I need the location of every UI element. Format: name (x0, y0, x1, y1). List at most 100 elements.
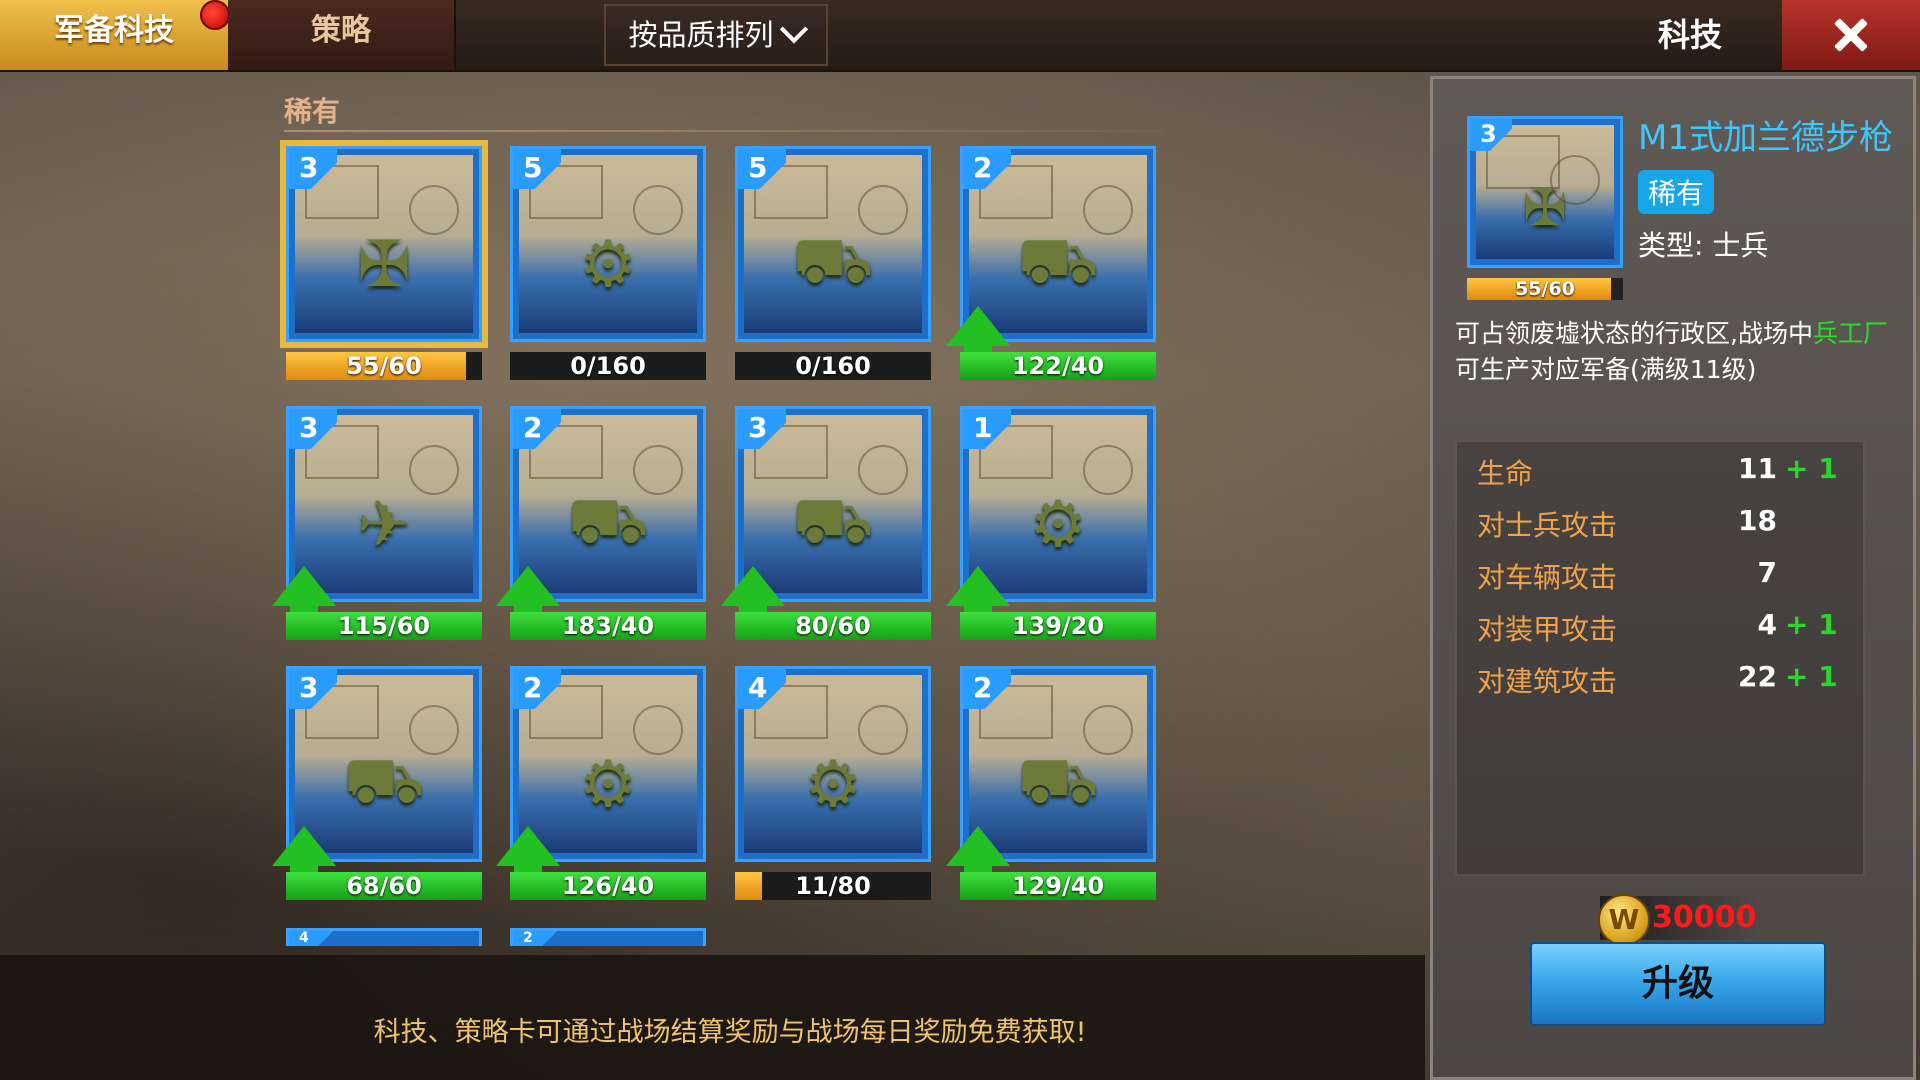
card-level: 3 (289, 409, 337, 449)
progress-text: 126/40 (561, 872, 655, 900)
card-level: 5 (513, 149, 561, 189)
progress-text: 129/40 (1011, 872, 1105, 900)
card-progress-bar: 115/60 (286, 612, 482, 640)
tech-card[interactable]: ⛟ 2 122/40 (946, 146, 1156, 386)
upgrade-button[interactable]: 升级 (1530, 942, 1826, 1026)
stat-value: 4 (1757, 608, 1777, 641)
tech-card[interactable]: ⚙ 2 126/40 (496, 666, 706, 906)
armored-car-icon: ⛟ (567, 484, 649, 559)
card-progress-bar: 0/160 (510, 352, 706, 380)
tech-card[interactable]: ✠ 3 55/60 (286, 146, 482, 386)
tip-text: 科技、策略卡可通过战场结算奖励与战场每日奖励免费获取! (373, 1017, 1087, 1048)
progress-text: 55/60 (1515, 278, 1575, 300)
stat-value: 18 (1738, 504, 1777, 537)
tech-card[interactable]: ✈ 3 115/60 (272, 406, 482, 646)
self-propelled-gun-icon: ⛟ (792, 484, 874, 559)
recon-plane-icon: ✈ (357, 488, 411, 563)
tech-card[interactable]: ⚙ 5 0/160 (510, 146, 706, 386)
desc-text: 可生产对应军备(满级11级) (1455, 355, 1757, 384)
card-level: 2 (513, 409, 561, 449)
card-level: 4 (289, 931, 337, 946)
card-level: 5 (738, 149, 786, 189)
card-progress-bar: 55/60 (286, 352, 482, 380)
card-progress-bar: 80/60 (735, 612, 931, 640)
stat-label: 对装甲攻击 (1477, 613, 1618, 646)
tech-card[interactable]: ⚙ 1 139/20 (946, 406, 1156, 646)
tab-armory-tech[interactable]: 军备科技 (0, 0, 228, 70)
tech-card[interactable]: ⛟ 2 183/40 (496, 406, 706, 646)
card-frame: ⚙ 4 (735, 666, 931, 862)
card-level: 4 (738, 669, 786, 709)
progress-text: 0/160 (570, 352, 646, 380)
tech-card[interactable]: ⛟ 3 80/60 (721, 406, 931, 646)
tech-card[interactable]: ⛟ 5 0/160 (735, 146, 931, 386)
card-progress-bar: 129/40 (960, 872, 1156, 900)
item-description: 可占领废墟状态的行政区,战场中兵工厂可生产对应军备(满级11级) (1455, 316, 1895, 388)
stat-bonus: + 1 (1785, 452, 1838, 485)
desc-text: 可占领废墟状态的行政区,战场中 (1455, 319, 1813, 348)
item-name: M1式加兰德步枪 (1638, 118, 1893, 158)
chevron-down-icon (779, 15, 808, 44)
page-title: 科技 (1657, 16, 1722, 54)
stat-row: 对装甲攻击 4 + 1 (1477, 608, 1857, 652)
stats-table: 生命 11 + 1 对士兵攻击 18 对车辆攻击 7 对装甲攻击 4 + 1 对建筑攻击 22 + 1 (1455, 440, 1865, 876)
partial-card[interactable]: 2 (510, 928, 706, 946)
progress-text: 183/40 (561, 612, 655, 640)
upgrade-arrow-icon (946, 306, 1010, 362)
sort-dropdown[interactable]: 按品质排列 (604, 4, 828, 66)
card-frame: ✠ 3 (286, 146, 482, 342)
progress-text: 68/60 (346, 872, 422, 900)
card-level: 2 (963, 149, 1011, 189)
card-level: 3 (738, 409, 786, 449)
card-progress-bar: 126/40 (510, 872, 706, 900)
stat-value: 7 (1757, 556, 1777, 589)
upgrade-arrow-icon (272, 566, 336, 622)
anti-air-gun-icon: ⚙ (579, 748, 637, 823)
partial-card[interactable]: 4 (286, 928, 482, 946)
sort-label: 按品质排列 (628, 18, 774, 52)
tech-card[interactable]: ⚙ 4 11/80 (735, 666, 931, 906)
progress-text: 122/40 (1011, 352, 1105, 380)
progress-text: 115/60 (337, 612, 431, 640)
card-level: 1 (963, 409, 1011, 449)
notification-dot (200, 0, 230, 30)
section-label-rare: 稀有 (284, 95, 341, 128)
upgrade-arrow-icon (496, 826, 560, 882)
card-level: 3 (289, 149, 337, 189)
card-level: 3 (289, 669, 337, 709)
stat-label: 对建筑攻击 (1477, 665, 1618, 698)
tech-card[interactable]: ⛟ 2 129/40 (946, 666, 1156, 906)
card-level: 2 (513, 669, 561, 709)
upgrade-arrow-icon (946, 826, 1010, 882)
tab-strategy[interactable]: 策略 (228, 0, 456, 70)
progress-text: 80/60 (795, 612, 871, 640)
section-divider (284, 130, 1164, 132)
stat-row: 对建筑攻击 22 + 1 (1477, 660, 1857, 704)
medium-tank-icon: ⛟ (343, 744, 425, 819)
stat-row: 生命 11 + 1 (1477, 452, 1857, 496)
card-progress-bar: 183/40 (510, 612, 706, 640)
card-progress-bar: 11/80 (735, 872, 931, 900)
detail-progress-bar: 55/60 (1467, 278, 1623, 300)
upgrade-arrow-icon (721, 566, 785, 622)
anti-tank-gun-icon: ⚙ (579, 228, 637, 303)
desc-highlight: 兵工厂 (1812, 319, 1888, 348)
stat-label: 对车辆攻击 (1477, 561, 1618, 594)
card-level: 2 (513, 931, 561, 946)
tech-card[interactable]: ⛟ 3 68/60 (272, 666, 482, 906)
coin-icon: W (1598, 894, 1650, 946)
card-frame: ⚙ 5 (510, 146, 706, 342)
progress-text: 55/60 (346, 352, 422, 380)
stat-row: 对士兵攻击 18 (1477, 504, 1857, 548)
detail-card: ✠ 3 (1467, 116, 1623, 268)
close-button[interactable] (1782, 0, 1920, 70)
howitzer-icon: ⚙ (804, 748, 862, 823)
stat-label: 对士兵攻击 (1477, 509, 1618, 542)
stat-value: 22 (1738, 660, 1777, 693)
stat-label: 生命 (1477, 457, 1534, 490)
light-tank-icon: ⛟ (1017, 224, 1099, 299)
stat-row: 对车辆攻击 7 (1477, 556, 1857, 600)
progress-text: 0/160 (795, 352, 871, 380)
card-frame: ⛟ 5 (735, 146, 931, 342)
rifle-icon: ✠ (1523, 178, 1567, 239)
